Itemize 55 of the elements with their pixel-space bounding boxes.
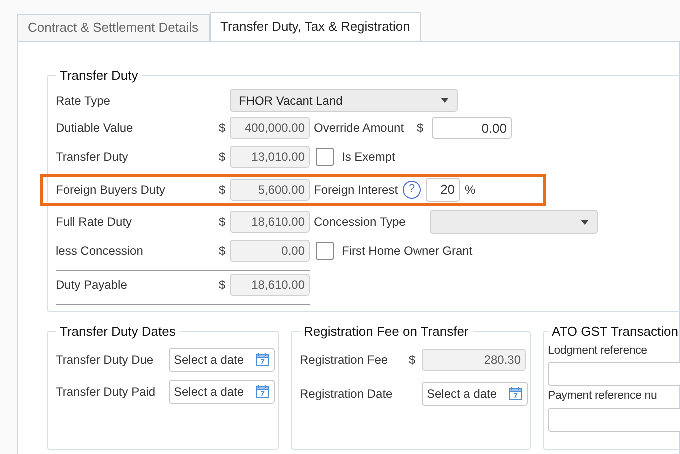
dropdown-arrow-icon <box>581 220 589 224</box>
field-label: Duty Payable <box>56 277 128 294</box>
tab[interactable]: Transfer Duty, Tax & Registration <box>210 12 422 41</box>
amount-field: 400,000.00 <box>230 117 310 139</box>
tab[interactable]: Contract & Settlement Details <box>17 14 210 41</box>
currency-symbol: $ <box>219 149 227 166</box>
section-title: Transfer Duty Dates <box>59 322 177 341</box>
amount-field[interactable]: 0.00 <box>432 117 512 139</box>
help-icon[interactable]: ? <box>403 180 422 198</box>
rate-type-dropdown[interactable]: FHOR Vacant Land <box>230 89 458 112</box>
field-label: Registration Fee <box>300 352 390 369</box>
field-label: Transfer Duty <box>56 149 130 166</box>
field-label: Transfer Duty Due <box>56 352 155 369</box>
field-label: Lodgment reference <box>548 344 648 359</box>
amount-field: 0.00 <box>230 240 310 262</box>
calendar-icon[interactable] <box>255 352 270 367</box>
section-title: ATO GST Transaction <box>551 322 680 340</box>
field-label: Override Amount <box>314 120 406 137</box>
currency-symbol: $ <box>417 120 425 137</box>
field-label: Rate Type <box>56 92 112 110</box>
field-label: Foreign Buyers Duty <box>56 182 166 198</box>
amount-field: 18,610.00 <box>230 274 310 296</box>
checkbox-label: Is Exempt <box>342 149 396 166</box>
checkbox-label: First Home Owner Grant <box>342 243 473 260</box>
calendar-icon[interactable] <box>508 386 523 401</box>
field-label: Full Rate Duty <box>56 214 134 231</box>
currency-symbol: $ <box>219 243 227 260</box>
currency-symbol: $ <box>219 214 227 231</box>
checkbox[interactable] <box>316 242 334 260</box>
field-label: Transfer Duty Paid <box>56 384 157 401</box>
field-label: Dutiable Value <box>56 120 134 137</box>
field-label: Concession Type <box>314 214 407 231</box>
date-field[interactable]: Select a date <box>169 380 275 404</box>
dropdown-arrow-icon <box>441 98 449 103</box>
calendar-icon[interactable] <box>255 384 270 399</box>
currency-symbol: $ <box>219 120 227 137</box>
amount-field: 5,600.00 <box>230 178 310 200</box>
date-field[interactable]: Select a date <box>422 382 528 406</box>
field-label: less Concession <box>56 243 144 260</box>
currency-symbol: $ <box>409 352 417 369</box>
amount-field: 280.30 <box>422 349 526 371</box>
percent-unit: % <box>465 182 476 198</box>
currency-symbol: $ <box>219 277 227 294</box>
checkbox[interactable] <box>316 148 334 166</box>
percent-field[interactable]: 20 <box>426 178 460 202</box>
text-field[interactable] <box>548 362 680 386</box>
section-title: Registration Fee on Transfer <box>303 322 470 341</box>
currency-symbol: $ <box>219 182 227 198</box>
field-label: Registration Date <box>300 386 394 403</box>
date-field[interactable]: Select a date <box>169 348 275 372</box>
amount-field: 13,010.00 <box>230 146 310 168</box>
section-title: Transfer Duty <box>59 67 140 85</box>
amount-field: 18,610.00 <box>230 211 310 233</box>
field-label: Foreign Interest <box>314 182 398 198</box>
field-label: Payment reference nu <box>548 389 658 404</box>
